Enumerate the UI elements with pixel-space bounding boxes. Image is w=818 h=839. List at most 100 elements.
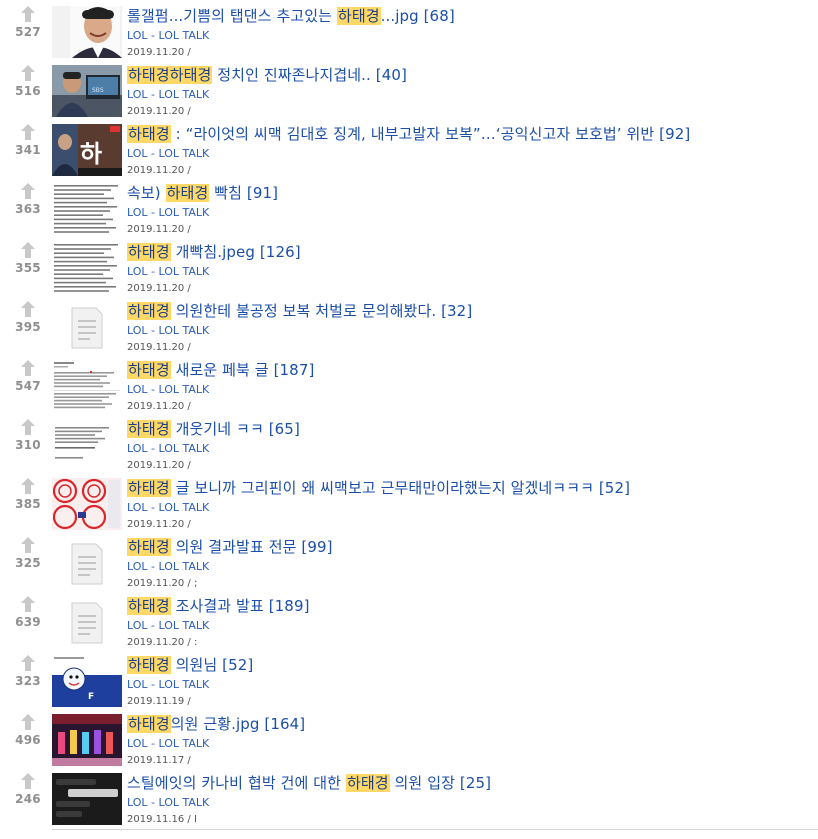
post-row: 639 하태경 조사결과 발표 [189] LOL - LOL TALK 201… [0,592,818,651]
post-title-link[interactable]: 하태경의원 근황.jpg [164] [127,714,305,735]
post-row: 323 F 하태경 의원님 [52] LOL - LOL TALK 2019.1… [0,651,818,710]
post-date: 2019.11.19 / [127,696,191,707]
upvote-arrow-icon [21,419,35,435]
post-category-link[interactable]: LOL - LOL TALK [127,147,209,161]
post-thumbnail[interactable] [52,360,122,412]
search-keyword-highlight: 하태경 [345,774,390,792]
upvote-arrow-icon [21,478,35,494]
upvote-button[interactable]: 341 [10,120,46,172]
post-category-link[interactable]: LOL - LOL TALK [127,678,209,692]
upvote-arrow-icon [21,360,35,376]
upvote-arrow-icon [21,183,35,199]
post-date: 2019.11.20 / [127,165,191,176]
post-category-link[interactable]: LOL - LOL TALK [127,796,209,810]
vote-count: 395 [15,320,41,334]
title-suffix: : “라이엇의 씨맥 김대호 징계, 내부고발자 보복”…‘공익신고자 보호법’… [170,125,691,143]
post-category-link[interactable]: LOL - LOL TALK [127,383,209,397]
post-title-link[interactable]: 하태경 개웃기네 ㅋㅋ [65] [127,419,300,440]
post-title-link[interactable]: 속보) 하태경 빡침 [91] [127,183,278,204]
post-thumbnail[interactable]: 하 [52,124,122,176]
svg-text:F: F [88,692,94,702]
post-thumbnail[interactable] [52,6,122,58]
post-date: 2019.11.20 / [127,283,191,294]
title-suffix: 의원님 [52] [170,656,254,674]
post-row: 385 하태경 글 보니까 그리핀이 왜 씨맥보고 근무태만이라했는지 알겠네ㅋ… [0,474,818,533]
post-thumbnail[interactable] [52,537,122,589]
vote-count: 341 [15,143,41,157]
post-thumbnail[interactable] [52,183,122,235]
upvote-button[interactable]: 310 [10,415,46,467]
post-date: 2019.11.20 / [127,401,191,412]
post-title-link[interactable]: 스틸에잇의 카나비 협박 건에 대한 하태경 의원 입장 [25] [127,773,491,794]
post-thumbnail[interactable] [52,714,122,766]
post-date: 2019.11.20 / [127,342,191,353]
post-title-link[interactable]: 하태경 : “라이엇의 씨맥 김대호 징계, 내부고발자 보복”…‘공익신고자 … [127,124,690,145]
post-row: 310 하태경 개웃기네 ㅋㅋ [65] LOL - LOL TALK 2019… [0,415,818,474]
post-title-link[interactable]: 롤갤펌...기쁨의 탭댄스 추고있는 하태경...jpg [68] [127,6,455,27]
vote-count: 363 [15,202,41,216]
upvote-arrow-icon [21,537,35,553]
upvote-button[interactable]: 516 [10,61,46,113]
post-date: 2019.11.20 / [127,47,191,58]
upvote-button[interactable]: 363 [10,179,46,231]
vote-count: 355 [15,261,41,275]
upvote-button[interactable]: 639 [10,592,46,644]
title-suffix: 의원 입장 [25] [389,774,492,792]
post-category-link[interactable]: LOL - LOL TALK [127,737,209,751]
post-date: 2019.11.20 / [127,519,191,530]
post-thumbnail[interactable]: SBS [52,65,122,117]
post-title-link[interactable]: 하태경 조사결과 발표 [189] [127,596,310,617]
title-suffix: 의원한테 불공정 보복 처벌로 문의해봤다. [32] [170,302,473,320]
upvote-button[interactable]: 527 [10,2,46,54]
post-thumbnail[interactable] [52,596,122,648]
post-category-link[interactable]: LOL - LOL TALK [127,324,209,338]
post-title-link[interactable]: 하태경 글 보니까 그리핀이 왜 씨맥보고 근무태만이라했는지 알겠네ㅋㅋㅋ [… [127,478,630,499]
vote-count: 323 [15,674,41,688]
post-thumbnail[interactable] [52,419,122,471]
post-category-link[interactable]: LOL - LOL TALK [127,560,209,574]
post-title-link[interactable]: 하태경 의원 결과발표 전문 [99] [127,537,333,558]
upvote-arrow-icon [21,124,35,140]
upvote-button[interactable]: 395 [10,297,46,349]
post-thumbnail[interactable] [52,301,122,353]
post-date: 2019.11.20 / [127,106,191,117]
upvote-button[interactable]: 547 [10,356,46,408]
post-title-link[interactable]: 하태경 의원님 [52] [127,655,253,676]
upvote-button[interactable]: 323 [10,651,46,703]
post-category-link[interactable]: LOL - LOL TALK [127,29,209,43]
post-title-link[interactable]: 하태경 새로운 페북 글 [187] [127,360,314,381]
post-date: 2019.11.20 / [127,224,191,235]
search-keyword-highlight: 하태경 [127,656,171,674]
upvote-button[interactable]: 325 [10,533,46,585]
post-thumbnail[interactable]: F [52,655,122,707]
post-row: 547 하태경 새로운 페북 글 [187] LOL - LOL TALK 20… [0,356,818,415]
title-suffix: ...jpg [68] [380,7,455,25]
vote-count: 496 [15,733,41,747]
post-category-link[interactable]: LOL - LOL TALK [127,619,209,633]
search-keyword-highlight: 하태경 [127,125,171,143]
upvote-button[interactable]: 385 [10,474,46,526]
title-suffix: 정치인 진짜존나지겹네.. [40] [212,66,407,84]
post-row: 496 하태경의원 근황.jpg [164] LOL - LOL TALK 20… [0,710,818,769]
post-row: 516 SBS 하태경하태경 정치인 진짜존나지겹네.. [40] LOL - … [0,61,818,120]
title-prefix: 롤갤펌...기쁨의 탭댄스 추고있는 [127,7,337,25]
post-thumbnail[interactable] [52,242,122,294]
upvote-button[interactable]: 246 [10,769,46,821]
post-row: 395 하태경 의원한테 불공정 보복 처벌로 문의해봤다. [32] LOL … [0,297,818,356]
post-title-link[interactable]: 하태경 의원한테 불공정 보복 처벌로 문의해봤다. [32] [127,301,472,322]
post-thumbnail[interactable] [52,478,122,530]
post-category-link[interactable]: LOL - LOL TALK [127,206,209,220]
upvote-button[interactable]: 355 [10,238,46,290]
post-category-link[interactable]: LOL - LOL TALK [127,501,209,515]
post-category-link[interactable]: LOL - LOL TALK [127,442,209,456]
search-keyword-highlight: 하태경 [127,361,171,379]
post-title-link[interactable]: 하태경하태경 정치인 진짜존나지겹네.. [40] [127,65,407,86]
post-date: 2019.11.20 / ; [127,578,198,589]
upvote-button[interactable]: 496 [10,710,46,762]
upvote-arrow-icon [21,242,35,258]
upvote-arrow-icon [21,6,35,22]
post-category-link[interactable]: LOL - LOL TALK [127,265,209,279]
post-category-link[interactable]: LOL - LOL TALK [127,88,209,102]
post-thumbnail[interactable] [52,773,122,825]
post-title-link[interactable]: 하태경 개빡침.jpeg [126] [127,242,301,263]
